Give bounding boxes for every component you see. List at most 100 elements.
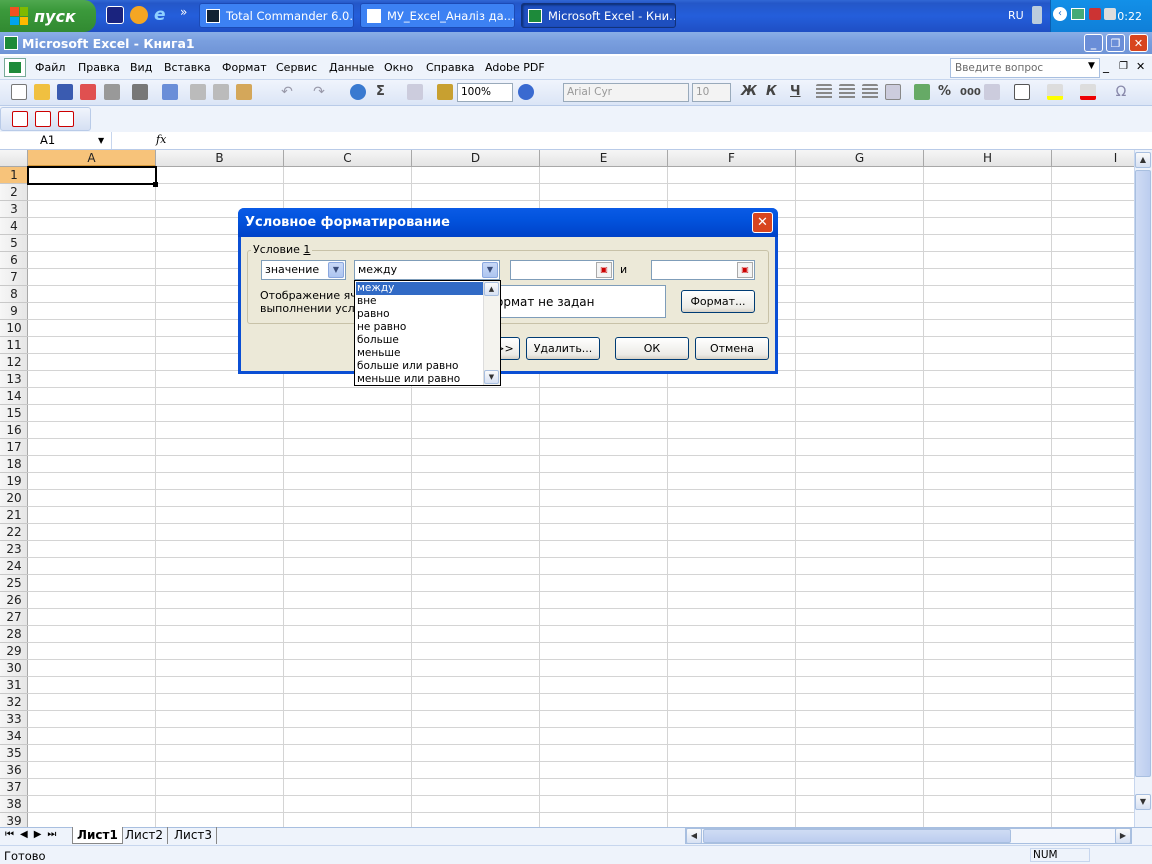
- omega-icon[interactable]: Ω: [1113, 84, 1129, 100]
- zoom-select[interactable]: 100%: [457, 83, 513, 102]
- dropdown-option[interactable]: между: [356, 282, 484, 295]
- select-all-corner[interactable]: [0, 150, 28, 167]
- thousands-button[interactable]: 000: [960, 87, 981, 98]
- column-header[interactable]: C: [284, 150, 412, 167]
- save-icon[interactable]: [57, 84, 73, 100]
- font-name-select[interactable]: Arial Cyr: [563, 83, 689, 102]
- antivirus-icon[interactable]: [1089, 8, 1101, 20]
- row-header[interactable]: 17: [0, 439, 28, 456]
- network-icon[interactable]: [1071, 8, 1085, 20]
- column-header[interactable]: B: [156, 150, 284, 167]
- start-button[interactable]: пуск: [0, 0, 96, 32]
- ok-button[interactable]: ОК: [615, 337, 689, 360]
- row-header[interactable]: 23: [0, 541, 28, 558]
- permission-icon[interactable]: [80, 84, 96, 100]
- row-header[interactable]: 6: [0, 252, 28, 269]
- scroll-down-button[interactable]: ▼: [1135, 794, 1151, 810]
- sheet-tab-3[interactable]: Лист3: [170, 827, 218, 844]
- dropdown-option[interactable]: не равно: [356, 321, 484, 334]
- print-preview-icon[interactable]: [162, 84, 178, 100]
- ask-dropdown-icon[interactable]: ▼: [1088, 61, 1095, 71]
- row-header[interactable]: 24: [0, 558, 28, 575]
- insert-function-icon[interactable]: fx: [156, 133, 166, 146]
- row-header[interactable]: 4: [0, 218, 28, 235]
- doc-minimize-button[interactable]: _: [1103, 59, 1109, 73]
- row-header[interactable]: 28: [0, 626, 28, 643]
- convert-pdf-email-icon[interactable]: [35, 111, 51, 127]
- row-header[interactable]: 12: [0, 354, 28, 371]
- row-header[interactable]: 30: [0, 660, 28, 677]
- undo-icon[interactable]: ↶: [279, 84, 295, 100]
- tray-expand-icon[interactable]: ‹: [1053, 7, 1067, 21]
- dropdown-scroll-down-button[interactable]: ▼: [484, 370, 499, 384]
- dropdown-option[interactable]: вне: [356, 295, 484, 308]
- condition-type-select[interactable]: значение ▼: [261, 260, 346, 280]
- winamp-icon[interactable]: [130, 6, 148, 24]
- open-icon[interactable]: [34, 84, 50, 100]
- redo-icon[interactable]: ↷: [311, 84, 327, 100]
- row-header[interactable]: 14: [0, 388, 28, 405]
- row-header[interactable]: 16: [0, 422, 28, 439]
- dropdown-option[interactable]: больше: [356, 334, 484, 347]
- row-header[interactable]: 19: [0, 473, 28, 490]
- autosum-icon[interactable]: Σ: [376, 84, 385, 99]
- delete-button[interactable]: Удалить...: [526, 337, 600, 360]
- column-header[interactable]: F: [668, 150, 796, 167]
- currency-icon[interactable]: [914, 84, 930, 100]
- excel-app-icon[interactable]: [4, 36, 18, 50]
- formula-bar[interactable]: [0, 132, 1152, 150]
- row-header[interactable]: 27: [0, 609, 28, 626]
- name-box-dropdown-icon[interactable]: ▼: [98, 136, 104, 145]
- row-header[interactable]: 13: [0, 371, 28, 388]
- row-header[interactable]: 36: [0, 762, 28, 779]
- row-header[interactable]: 18: [0, 456, 28, 473]
- scroll-left-button[interactable]: ◀: [686, 828, 702, 844]
- doc-restore-button[interactable]: ❐: [1119, 61, 1128, 72]
- volume-icon[interactable]: [1104, 8, 1116, 20]
- ask-question-box[interactable]: Введите вопрос: [950, 58, 1100, 78]
- sheet-tab-1[interactable]: Лист1: [72, 827, 123, 844]
- scroll-right-button[interactable]: ▶: [1115, 828, 1131, 844]
- row-header[interactable]: 21: [0, 507, 28, 524]
- horizontal-scroll-thumb[interactable]: [703, 829, 1011, 843]
- borders-icon[interactable]: [1014, 84, 1030, 100]
- align-left-icon[interactable]: [816, 84, 832, 100]
- menu-insert[interactable]: Вставка: [164, 61, 211, 74]
- menu-format[interactable]: Формат: [222, 61, 267, 74]
- row-header[interactable]: 20: [0, 490, 28, 507]
- fill-handle[interactable]: [153, 182, 158, 187]
- row-header[interactable]: 15: [0, 405, 28, 422]
- total-commander-icon[interactable]: [106, 6, 124, 24]
- convert-pdf-review-icon[interactable]: [58, 111, 74, 127]
- row-header[interactable]: 5: [0, 235, 28, 252]
- sheet-tab-2[interactable]: Лист2: [121, 827, 169, 844]
- dropdown-scroll-up-button[interactable]: ▲: [484, 282, 499, 296]
- chart-wizard-icon[interactable]: [437, 84, 453, 100]
- row-header[interactable]: 35: [0, 745, 28, 762]
- font-color-icon[interactable]: [1080, 84, 1096, 100]
- internet-explorer-icon[interactable]: e: [154, 6, 172, 24]
- increase-decimal-icon[interactable]: [984, 84, 1000, 100]
- convert-pdf-icon[interactable]: [12, 111, 28, 127]
- sort-ascending-icon[interactable]: [407, 84, 423, 100]
- menu-help[interactable]: Справка: [426, 61, 474, 74]
- vertical-scroll-thumb[interactable]: [1135, 170, 1151, 777]
- column-header[interactable]: H: [924, 150, 1052, 167]
- menu-adobe-pdf[interactable]: Adobe PDF: [485, 61, 545, 74]
- taskbar-button-excel[interactable]: Microsoft Excel - Кни...: [521, 3, 676, 28]
- row-header[interactable]: 2: [0, 184, 28, 201]
- row-header[interactable]: 32: [0, 694, 28, 711]
- active-cell[interactable]: [27, 166, 157, 185]
- chevron-down-icon[interactable]: ▼: [482, 262, 498, 278]
- row-header[interactable]: 25: [0, 575, 28, 592]
- dropdown-option[interactable]: меньше или равно: [356, 373, 484, 386]
- row-header[interactable]: 9: [0, 303, 28, 320]
- percent-button[interactable]: %: [938, 84, 951, 99]
- row-header[interactable]: 22: [0, 524, 28, 541]
- row-header[interactable]: 11: [0, 337, 28, 354]
- row-header[interactable]: 1: [0, 167, 28, 184]
- more-icon[interactable]: »: [180, 5, 187, 19]
- menu-window[interactable]: Окно: [384, 61, 413, 74]
- email-icon[interactable]: [104, 84, 120, 100]
- language-bar-icon[interactable]: [1032, 6, 1042, 24]
